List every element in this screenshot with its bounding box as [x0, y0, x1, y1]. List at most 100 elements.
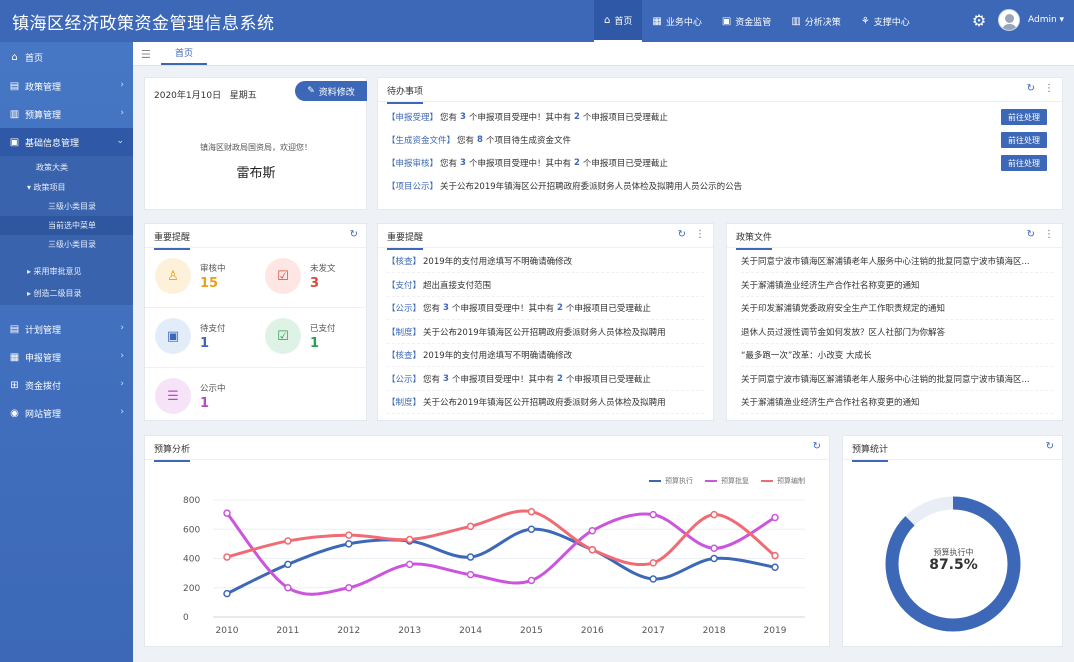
card-title: 预算分析: [154, 442, 191, 462]
reminder-row[interactable]: 【核查】 2019年的支付用途填写不明确请确修改: [387, 344, 704, 367]
user-menu[interactable]: Admin ▾: [1028, 15, 1064, 25]
stat-label: 公示中: [200, 384, 226, 394]
sidebar-sub-current[interactable]: 当前选中菜单: [0, 216, 133, 235]
data-point[interactable]: [284, 584, 292, 592]
data-point[interactable]: [527, 525, 536, 533]
edit-profile-button[interactable]: ✎ 资料修改: [295, 81, 367, 101]
nav-label: 首页: [614, 16, 633, 27]
sidebar-item-funding[interactable]: ⊞ 资金拨付 ›: [0, 371, 133, 399]
data-point[interactable]: [527, 576, 536, 585]
data-point[interactable]: [345, 540, 353, 548]
sidebar-item-basic-info[interactable]: ▣ 基础信息管理 ⌄: [0, 128, 133, 156]
gear-icon[interactable]: ⚙: [968, 11, 990, 30]
reminder-row[interactable]: 【制度】 关于公布2019年镇海区公开招聘政府委派财务人员体检及拟聘用: [387, 321, 704, 344]
data-point[interactable]: [710, 544, 718, 553]
sidebar-sub-level3-b[interactable]: 三级小类目录: [0, 235, 133, 254]
refresh-icon[interactable]: ↻: [1046, 441, 1054, 452]
sidebar-sub-policy-project[interactable]: ▾ 政策项目: [0, 178, 133, 197]
reminder-row[interactable]: 【支付】 超出直接支付范围: [387, 274, 704, 297]
x-tick-label: 2019: [764, 626, 787, 636]
sidebar-item-label: 资金拨付: [25, 381, 62, 392]
data-point[interactable]: [771, 563, 779, 572]
sidebar-sub-policy-category[interactable]: 政策大类: [0, 156, 133, 178]
sidebar-item-label: 申报管理: [25, 353, 62, 364]
policy-doc-link[interactable]: 关于同意宁波市镇海区澥浦镇老年人服务中心注销的批复同意宁波市镇海区...: [741, 250, 1053, 273]
sidebar-sub-approval[interactable]: ▸ 采用审批意见: [0, 262, 133, 281]
data-point[interactable]: [649, 510, 657, 519]
more-icon[interactable]: ⋮: [695, 229, 705, 240]
stat-item[interactable]: ☰ 公示中 1: [145, 368, 255, 426]
todo-action-button[interactable]: 前往处理: [1001, 109, 1047, 125]
sidebar-item-budget[interactable]: ▥ 预算管理 ›: [0, 100, 133, 128]
sidebar-item-website[interactable]: ◉ 网站管理 ›: [0, 399, 133, 427]
data-point[interactable]: [284, 560, 292, 569]
data-point[interactable]: [588, 526, 597, 535]
data-point[interactable]: [405, 560, 414, 569]
tab-home[interactable]: 首页: [161, 42, 207, 65]
todo-action-button[interactable]: 前往处理: [1001, 155, 1047, 171]
stat-item[interactable]: ☑ 未发文 3: [255, 248, 365, 306]
data-point[interactable]: [588, 545, 597, 554]
stat-item[interactable]: ☑ 已支付 1: [255, 308, 365, 366]
todo-action-button[interactable]: 前往处理: [1001, 132, 1047, 148]
data-point[interactable]: [223, 553, 231, 561]
sidebar-item-policy[interactable]: ▤ 政策管理 ›: [0, 72, 133, 100]
refresh-icon[interactable]: ↻: [813, 441, 821, 452]
stat-label: 已支付: [310, 324, 336, 334]
more-icon[interactable]: ⋮: [1044, 229, 1054, 240]
policy-doc-link[interactable]: “最多跑一次”改革：小改变 大成长: [741, 344, 1053, 367]
refresh-icon[interactable]: ↻: [350, 229, 358, 240]
policy-doc-link[interactable]: 关于印发澥浦镇党委政府安全生产工作职责规定的通知: [741, 297, 1053, 320]
reminder-tag: 【制度】: [387, 327, 422, 338]
refresh-icon[interactable]: ↻: [678, 229, 686, 240]
stat-item[interactable]: ♙ 审核中 15: [145, 248, 255, 306]
data-point[interactable]: [405, 535, 414, 544]
refresh-icon[interactable]: ↻: [1027, 83, 1035, 94]
data-point[interactable]: [771, 513, 779, 522]
nav-home[interactable]: ⌂ 首页: [594, 0, 643, 42]
policy-doc-link[interactable]: 退休人员过渡性调节金如何发放？区人社部门为你解答: [741, 321, 1053, 344]
nav-support-center[interactable]: ⚘ 支撑中心: [851, 0, 920, 42]
data-point[interactable]: [710, 554, 718, 563]
reminder-row[interactable]: 【制度】 关于公布2019年镇海区公开招聘政府委派财务人员体检及拟聘用: [387, 391, 704, 414]
data-point[interactable]: [466, 553, 475, 561]
policy-doc-link[interactable]: 关于澥浦镇渔业经济生产合作社名称变更的通知: [741, 391, 1053, 414]
data-point[interactable]: [223, 589, 231, 598]
card-header: 重要提醒 ↻ ⋮: [378, 224, 713, 250]
sidebar-item-home[interactable]: ⌂ 首页: [0, 42, 133, 72]
stat-item[interactable]: ▣ 待支付 1: [145, 308, 255, 366]
x-tick-label: 2013: [398, 626, 421, 636]
more-icon[interactable]: ⋮: [1044, 83, 1054, 94]
sidebar-item-plan[interactable]: ▤ 计划管理 ›: [0, 315, 133, 343]
reminder-row[interactable]: 【核查】 2019年的支付用途填写不明确请确修改: [387, 250, 704, 273]
reminder-text: 2019年的支付用途填写不明确请确修改: [423, 257, 573, 267]
reminder-row[interactable]: 【公示】 您有 3 个申报项目受理中！其中有 2 个申报项目已受理截止: [387, 368, 704, 391]
data-point[interactable]: [284, 537, 292, 545]
sidebar-item-declare[interactable]: ▦ 申报管理 ›: [0, 343, 133, 371]
policy-doc-link[interactable]: 关于澥浦镇渔业经济生产合作社名称变更的通知: [741, 274, 1053, 297]
nav-fund-supervision[interactable]: ▣ 资金监管: [712, 0, 781, 42]
data-point[interactable]: [345, 531, 353, 539]
data-point[interactable]: [649, 559, 657, 567]
data-point[interactable]: [710, 510, 718, 519]
reminder-row[interactable]: 【公示】 您有 3 个申报项目受理中！其中有 2 个申报项目已受理截止: [387, 297, 704, 320]
nav-business-center[interactable]: ▦ 业务中心: [642, 0, 711, 42]
sidebar-sub-level2[interactable]: ▸ 创造二级目录: [0, 281, 133, 305]
card-header: 政策文件 ↻ ⋮: [727, 224, 1062, 250]
data-point[interactable]: [771, 551, 779, 560]
data-point[interactable]: [223, 509, 231, 517]
data-point[interactable]: [466, 522, 475, 531]
data-point[interactable]: [649, 575, 657, 583]
todo-text: 您有: [457, 136, 475, 146]
avatar[interactable]: [998, 9, 1020, 31]
nav-analysis[interactable]: ▥ 分析决策: [781, 0, 850, 42]
reminder-count: 3: [443, 373, 449, 384]
data-point[interactable]: [527, 507, 536, 516]
data-point[interactable]: [345, 584, 353, 592]
x-tick-label: 2014: [459, 626, 482, 636]
sidebar-sub-level3-a[interactable]: 三级小类目录: [0, 197, 133, 216]
refresh-icon[interactable]: ↻: [1027, 229, 1035, 240]
menu-toggle-icon[interactable]: ☰: [141, 48, 151, 61]
policy-doc-link[interactable]: 关于同意宁波市镇海区澥浦镇老年人服务中心注销的批复同意宁波市镇海区...: [741, 368, 1053, 391]
data-point[interactable]: [466, 570, 475, 579]
